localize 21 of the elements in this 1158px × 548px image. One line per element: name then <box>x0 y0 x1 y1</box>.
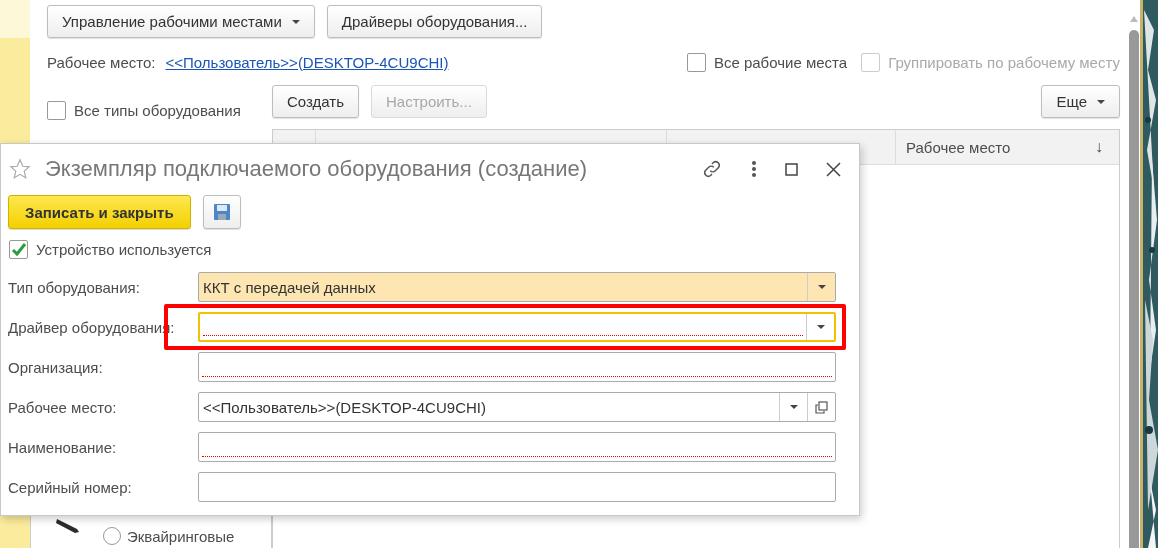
more-button[interactable]: Еще <box>1041 85 1120 118</box>
field-label: Тип оборудования: <box>8 278 141 296</box>
menu-button[interactable]: Управление рабочими местами <box>47 5 315 38</box>
checkbox-label: Устройство используется <box>36 241 212 258</box>
checkbox-label: Все типы оборудования <box>74 102 241 119</box>
toolbar-button[interactable]: Драйверы оборудования... <box>326 5 543 38</box>
save-close-button[interactable]: Записать и закрыть <box>8 195 191 229</box>
workplace-label: Рабочее место: <box>47 53 156 71</box>
toolbar-button[interactable]: Создать <box>272 85 359 118</box>
checkbox-label: Все рабочие места <box>713 53 848 71</box>
field-label: Организация: <box>8 358 104 376</box>
checkbox-label: Группировать по рабочему месту <box>888 53 1120 71</box>
equipment-type-label: Эквайринговые <box>127 527 235 545</box>
dropdown-field[interactable]: <<Пользователь>>(DESKTOP-4CU9CHI) <box>198 392 836 422</box>
sort-icon: ↓ <box>1095 138 1103 156</box>
dropdown-field[interactable]: ККТ с передачей данных <box>198 272 836 302</box>
field-label: Рабочее место: <box>8 398 118 416</box>
dialog-title: Экземпляр подключаемого оборудования (создание) <box>45 156 588 182</box>
field-label: Наименование: <box>8 438 118 456</box>
workplace-link[interactable]: <<Пользователь>>(DESKTOP-4CU9CHI) <box>165 53 449 71</box>
field-label: Серийный номер: <box>8 478 133 496</box>
